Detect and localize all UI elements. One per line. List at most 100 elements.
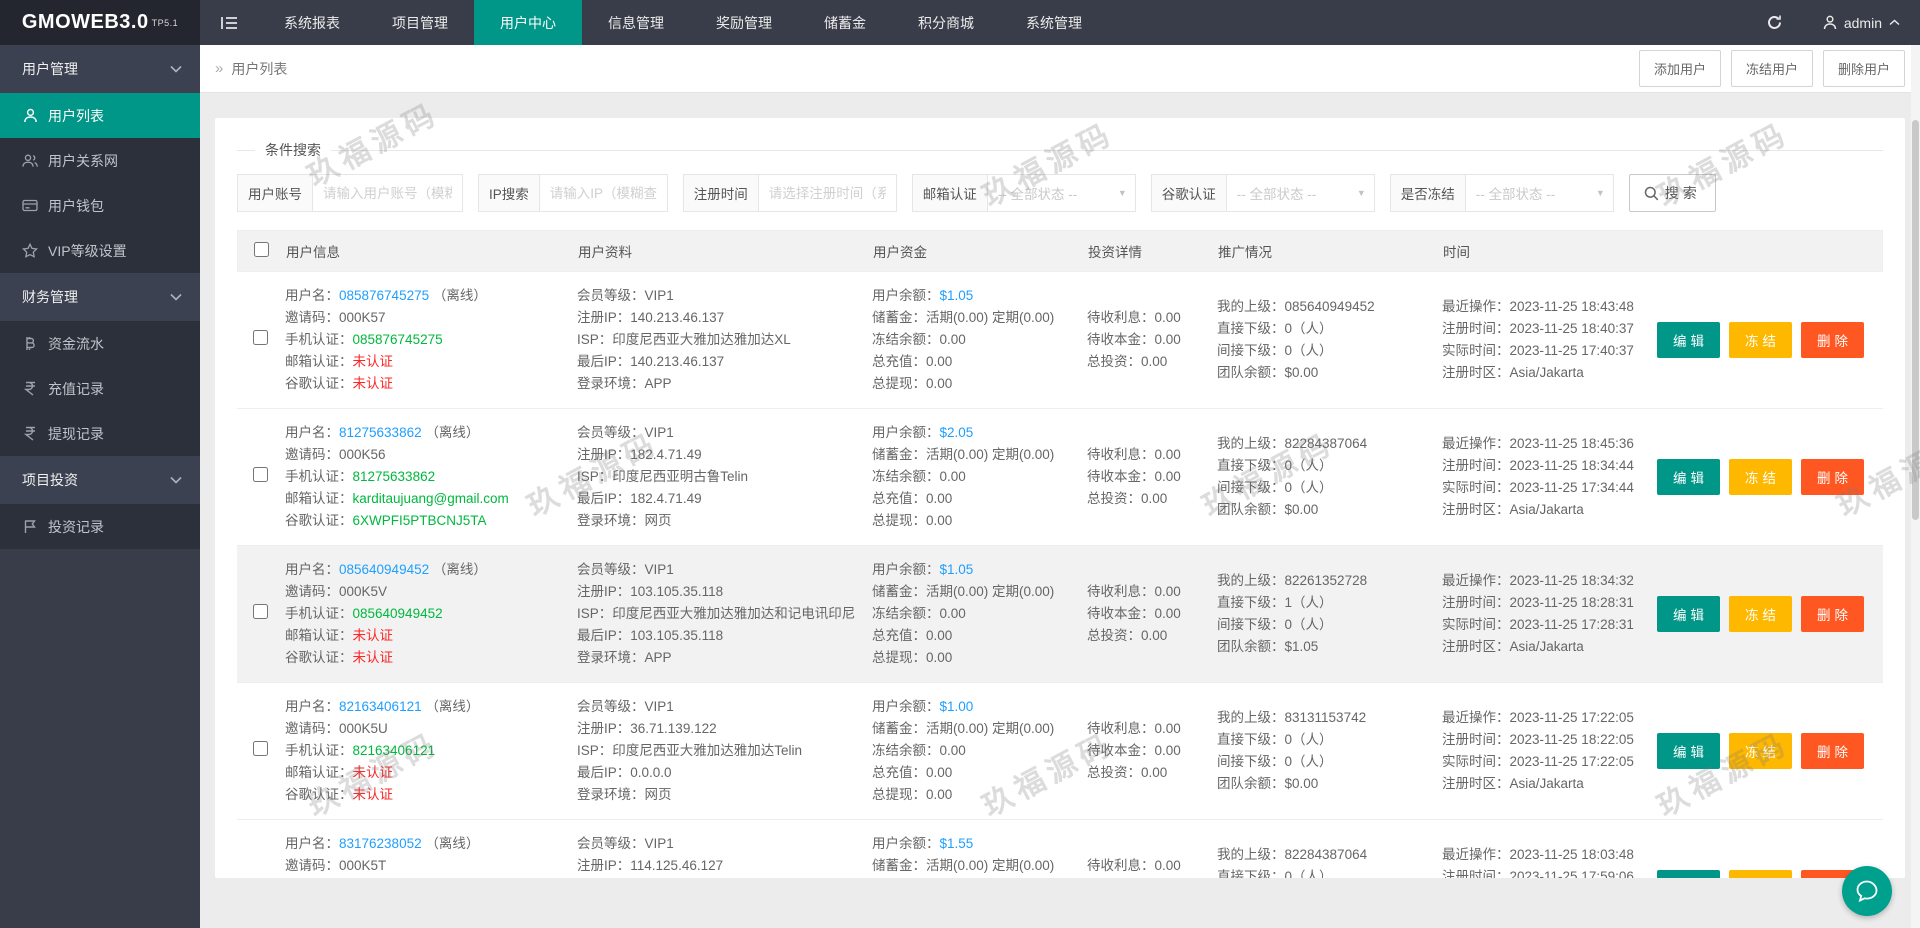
invest-detail-cell: 待收利息：0.00 待收本金：0.00 总投资：0.00 [1087,855,1217,878]
row-checkbox[interactable] [253,467,268,482]
team-balance: $1.05 [1285,639,1319,654]
scrollbar-thumb[interactable] [1912,120,1919,520]
invite-code: 000K56 [339,447,386,462]
freeze-button[interactable]: 冻结 [1729,870,1792,878]
nav-item-user-center[interactable]: 用户中心 [474,0,582,45]
online-status: （离线） [425,425,479,440]
user-profile-cell: 会员等级：VIP1 注册IP：182.4.71.49 ISP：印度尼西亚明古鲁T… [577,422,872,532]
freeze-button[interactable]: 冻结 [1729,596,1792,632]
username-link[interactable]: 085876745275 [339,288,429,303]
sidebar-item-invest-record[interactable]: 投资记录 [0,504,200,549]
content-area: » 用户列表 添加用户 冻结用户 删除用户 条件搜索 用户账号 IP搜索 [200,45,1920,928]
header-user-funds: 用户资金 [873,241,1088,261]
freeze-user-button[interactable]: 冻结用户 [1731,50,1813,87]
edit-button[interactable]: 编辑 [1657,733,1720,769]
row-actions-cell: 编辑 冻结 删除 [1657,459,1883,495]
select-all-checkbox[interactable] [254,242,269,257]
refresh-icon[interactable] [1746,0,1803,45]
edit-button[interactable]: 编辑 [1657,322,1720,358]
total-withdraw: 0.00 [926,787,952,802]
sidebar-group-finance-mgmt[interactable]: 财务管理 [0,273,200,321]
nav-item-system-mgmt[interactable]: 系统管理 [1000,0,1108,45]
account-input[interactable] [313,174,463,212]
pending-principal: 0.00 [1155,743,1181,758]
user-info-cell: 用户名：81275633862 （离线） 邀请码：000K56 手机认证：812… [285,422,577,532]
invite-code: 000K5V [339,584,387,599]
chevron-down-icon [170,476,182,484]
email-auth-select[interactable]: -- 全部状态 -- ▼ [988,174,1136,212]
user-profile-cell: 会员等级：VIP1 注册IP：103.105.35.118 ISP：印度尼西亚大… [577,559,872,669]
time-cell: 最近操作：2023-11-25 18:03:48 注册时间：2023-11-25… [1442,844,1657,878]
freeze-button[interactable]: 冻结 [1729,733,1792,769]
nav-item-info-mgmt[interactable]: 信息管理 [582,0,690,45]
user-funds-cell: 用户余额：$1.05 储蓄金：活期(0.00) 定期(0.00) 冻结余额：0.… [872,285,1087,395]
edit-button[interactable]: 编辑 [1657,870,1720,878]
sidebar-submenu-invest: 投资记录 [0,504,200,549]
member-level: VIP1 [645,562,674,577]
freeze-button[interactable]: 冻结 [1729,322,1792,358]
team-balance: $0.00 [1285,502,1319,517]
sidebar-group-project-invest[interactable]: 项目投资 [0,456,200,504]
page-actions: 添加用户 冻结用户 删除用户 [1639,50,1905,87]
collapse-menu-icon[interactable] [200,0,258,45]
delete-button[interactable]: 删除 [1801,596,1864,632]
sidebar-group-user-mgmt[interactable]: 用户管理 [0,45,200,93]
last-ip: 182.4.71.49 [630,491,701,506]
ip-input[interactable] [540,174,668,212]
register-timezone: Asia/Jakarta [1510,776,1584,791]
sidebar-item-fund-flow[interactable]: 资金流水 [0,321,200,366]
delete-button[interactable]: 删除 [1801,322,1864,358]
username-link[interactable]: 82163406121 [339,699,422,714]
frozen-balance: 0.00 [940,743,966,758]
sidebar-item-user-wallet[interactable]: 用户钱包 [0,183,200,228]
frozen-balance: 0.00 [940,469,966,484]
register-timezone: Asia/Jakarta [1510,502,1584,517]
direct-downline: 1（人） [1285,595,1333,610]
frozen-select[interactable]: -- 全部状态 -- ▼ [1466,174,1614,212]
user-info-cell: 用户名：085640949452 （离线） 邀请码：000K5V 手机认证：08… [285,559,577,669]
row-checkbox[interactable] [253,604,268,619]
user-info-cell: 用户名：83176238052 （离线） 邀请码：000K5T 手机认证：831… [285,833,577,878]
regtime-input[interactable] [759,174,897,212]
nav-item-reward-mgmt[interactable]: 奖励管理 [690,0,798,45]
breadcrumb-icon: » [215,60,223,77]
total-recharge: 0.00 [926,628,952,643]
edit-button[interactable]: 编辑 [1657,596,1720,632]
delete-button[interactable]: 删除 [1801,733,1864,769]
edit-button[interactable]: 编辑 [1657,459,1720,495]
delete-button[interactable]: 删除 [1801,459,1864,495]
savings: 活期(0.00) 定期(0.00) [926,584,1054,599]
delete-user-button[interactable]: 删除用户 [1823,50,1905,87]
nav-item-project-mgmt[interactable]: 项目管理 [366,0,474,45]
nav-item-points-mall[interactable]: 积分商城 [892,0,1000,45]
add-user-button[interactable]: 添加用户 [1639,50,1721,87]
promotion-cell: 我的上级：085640949452 直接下级：0（人） 间接下级：0（人） 团队… [1217,296,1442,384]
direct-downline: 0（人） [1285,869,1333,878]
direct-downline: 0（人） [1285,321,1333,336]
username-link[interactable]: 085640949452 [339,562,429,577]
register-time: 2023-11-25 18:34:44 [1510,458,1634,473]
admin-menu[interactable]: admin [1803,0,1920,45]
freeze-button[interactable]: 冻结 [1729,459,1792,495]
row-checkbox[interactable] [253,330,268,345]
sidebar-item-user-list[interactable]: 用户列表 [0,93,200,138]
sidebar-item-user-network[interactable]: 用户关系网 [0,138,200,183]
username-link[interactable]: 81275633862 [339,425,422,440]
google-auth-select[interactable]: -- 全部状态 -- ▼ [1227,174,1375,212]
nav-item-system-report[interactable]: 系统报表 [258,0,366,45]
vertical-scrollbar[interactable] [1911,45,1920,928]
nav-item-savings[interactable]: 储蓄金 [798,0,892,45]
sidebar-item-vip-level[interactable]: VIP等级设置 [0,228,200,273]
time-cell: 最近操作：2023-11-25 17:22:05 注册时间：2023-11-25… [1442,707,1657,795]
row-checkbox[interactable] [253,741,268,756]
search-button[interactable]: 搜索 [1629,174,1716,212]
customer-service-float-button[interactable] [1842,866,1892,916]
username-link[interactable]: 83176238052 [339,836,422,851]
row-actions-cell: 编辑 冻结 删除 [1657,322,1883,358]
user-funds-cell: 用户余额：$1.55 储蓄金：活期(0.00) 定期(0.00) 冻结余额：0.… [872,833,1087,878]
rupee-icon [22,381,38,397]
sidebar-item-withdraw-record[interactable]: 提现记录 [0,411,200,456]
google-auth-label: 谷歌认证 [1151,174,1227,212]
google-auth: 未认证 [353,376,394,391]
sidebar-item-recharge-record[interactable]: 充值记录 [0,366,200,411]
